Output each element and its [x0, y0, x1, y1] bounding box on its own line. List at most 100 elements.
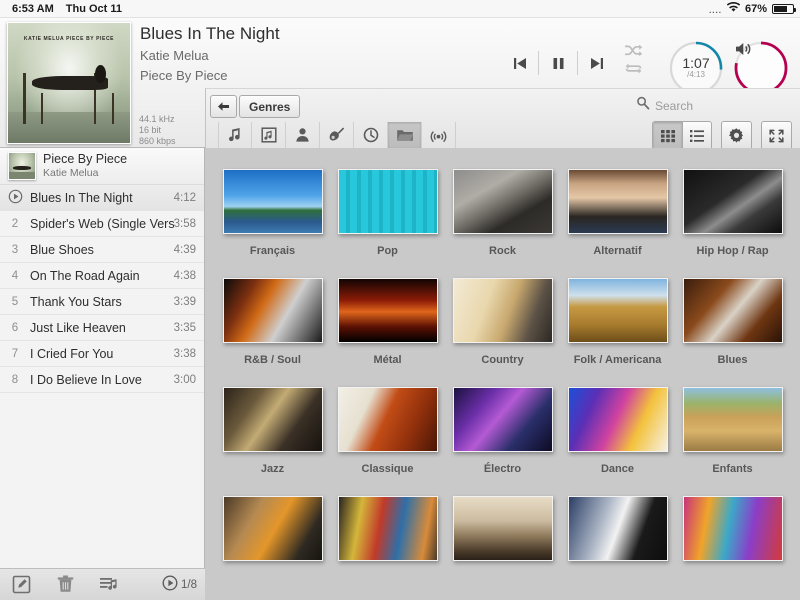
list-view-button[interactable]	[682, 122, 711, 149]
saxophone-photo[interactable]	[222, 387, 323, 452]
track-row[interactable]: 8 I Do Believe In Love 3:00	[0, 367, 204, 393]
bit-depth-label: 16 bit	[139, 125, 162, 135]
microphone-on-teal-wood-photo[interactable]	[337, 169, 438, 234]
playlist-header[interactable]: Piece By Piece Katie Melua	[0, 148, 204, 185]
back-button[interactable]	[210, 95, 237, 118]
genre-cell[interactable]: Dance	[560, 366, 675, 475]
genre-cell[interactable]: Rock	[445, 148, 560, 257]
genre-cell[interactable]: Enfants	[675, 366, 790, 475]
genre-cell[interactable]: Hip Hop / Rap	[675, 148, 790, 257]
add-to-playlist-icon[interactable]	[96, 574, 122, 596]
edit-icon[interactable]	[8, 574, 34, 596]
dusty-pickup-truck-photo[interactable]	[452, 278, 553, 343]
track-row[interactable]: 5 Thank You Stars 3:39	[0, 289, 204, 315]
tab-albums[interactable]	[252, 122, 286, 148]
boombox-bw-photo[interactable]	[682, 169, 783, 234]
tab-radio[interactable]	[422, 122, 456, 148]
djembe-drums-photo[interactable]	[452, 496, 553, 561]
genre-cell[interactable]: R&B / Soul	[215, 257, 330, 366]
trash-icon[interactable]	[52, 574, 78, 596]
playlist-footer: 1/8	[0, 568, 205, 600]
genre-cell[interactable]: Français	[215, 148, 330, 257]
concert-crowd-horns-photo[interactable]	[337, 278, 438, 343]
track-duration: 4:39	[173, 243, 196, 256]
carnival-colors-photo[interactable]	[682, 496, 783, 561]
genre-cell[interactable]: Country	[445, 257, 560, 366]
genre-cell[interactable]: Pop	[330, 148, 445, 257]
genre-cell[interactable]	[675, 475, 790, 572]
ios-status-bar: 6:53 AM Thu Oct 11 .... 67%	[0, 0, 800, 18]
genre-cell[interactable]	[445, 475, 560, 572]
next-track-button[interactable]	[578, 44, 616, 82]
track-duration: 3:35	[173, 321, 196, 334]
previous-track-button[interactable]	[500, 44, 538, 82]
track-row[interactable]: 6 Just Like Heaven 3:35	[0, 315, 204, 341]
clapperboard-film-photo[interactable]	[567, 496, 668, 561]
world-instruments-photo[interactable]	[222, 496, 323, 561]
genre-cell[interactable]: Électro	[445, 366, 560, 475]
bass-guitar-photo[interactable]	[222, 278, 323, 343]
repeat-icon[interactable]	[624, 62, 643, 75]
track-duration: 3:38	[173, 347, 196, 360]
album-cover-art[interactable]: KATIE MELUA PIECE BY PIECE	[7, 22, 131, 144]
genre-cell[interactable]	[330, 475, 445, 572]
track-title: Blues In The Night	[30, 190, 133, 205]
view-controls	[652, 121, 792, 150]
genre-cell[interactable]: Blues	[675, 257, 790, 366]
prairie-fence-photo[interactable]	[567, 278, 668, 343]
settings-button[interactable]	[721, 121, 752, 150]
tab-artists[interactable]	[286, 122, 320, 148]
now-playing-indicator-icon	[0, 189, 30, 207]
genre-cell[interactable]: Jazz	[215, 366, 330, 475]
tab-songs[interactable]	[218, 122, 252, 148]
playback-progress-ring[interactable]: 1:07 /4:13	[669, 41, 723, 95]
playlist-sidebar: Piece By Piece Katie Melua Blues In The …	[0, 148, 205, 600]
genre-cell[interactable]: Alternatif	[560, 148, 675, 257]
harmonica-acoustic-guitar-photo[interactable]	[682, 278, 783, 343]
genre-cell[interactable]: Métal	[330, 257, 445, 366]
search-box[interactable]: Search	[636, 96, 693, 115]
track-number: 6	[11, 321, 19, 334]
genre-cell[interactable]: Folk / Americana	[560, 257, 675, 366]
genre-label: Country	[481, 354, 524, 366]
genre-label: Métal	[373, 354, 402, 366]
battery-icon	[772, 3, 796, 14]
genre-cell[interactable]: Classique	[330, 366, 445, 475]
track-title: I Cried For You	[30, 346, 114, 361]
breadcrumb-genres[interactable]: Genres	[239, 95, 301, 118]
playlist-position[interactable]: 1/8	[162, 575, 197, 594]
amplifier-knobs-photo[interactable]	[567, 169, 668, 234]
dj-headphones-photo[interactable]	[452, 387, 553, 452]
track-row[interactable]: 4 On The Road Again 4:38	[0, 263, 204, 289]
genre-label: Enfants	[712, 463, 753, 475]
sample-rate-label: 44.1 kHz	[139, 114, 175, 124]
track-row[interactable]: 2 Spider's Web (Single Version)3:58	[0, 211, 204, 237]
eiffel-tower-photo[interactable]	[222, 169, 323, 234]
track-title: On The Road Again	[30, 268, 140, 283]
track-row[interactable]: 3 Blue Shoes 4:39	[0, 237, 204, 263]
yellow-guitar-cables-photo[interactable]	[452, 169, 553, 234]
genre-label: R&B / Soul	[244, 354, 301, 366]
genre-cell[interactable]	[560, 475, 675, 572]
shuffle-icon[interactable]	[624, 44, 643, 57]
playground-swings-photo[interactable]	[682, 387, 783, 452]
track-row[interactable]: Blues In The Night 4:12	[0, 185, 204, 211]
track-row[interactable]: 7 I Cried For You 3:38	[0, 341, 204, 367]
dancer-colorful-lights-photo[interactable]	[567, 387, 668, 452]
colorful-textile-photo[interactable]	[337, 496, 438, 561]
tab-composers[interactable]	[320, 122, 354, 148]
genre-row: Français Pop Rock Alternatif Hip Hop / Rap	[205, 148, 800, 257]
genre-cell[interactable]	[215, 475, 330, 572]
fullscreen-button[interactable]	[761, 121, 792, 150]
genre-label: Dance	[600, 463, 635, 475]
track-title: Thank You Stars	[30, 294, 122, 309]
volume-ring[interactable]	[734, 41, 788, 95]
grid-view-button[interactable]	[653, 122, 682, 149]
track-title: Just Like Heaven	[30, 320, 126, 335]
elapsed-time: 1:07	[682, 55, 710, 71]
search-input[interactable]: Search	[655, 99, 693, 113]
play-pause-button[interactable]	[539, 44, 577, 82]
tab-recent[interactable]	[354, 122, 388, 148]
tab-genres[interactable]	[388, 122, 422, 148]
violin-sheet-music-photo[interactable]	[337, 387, 438, 452]
